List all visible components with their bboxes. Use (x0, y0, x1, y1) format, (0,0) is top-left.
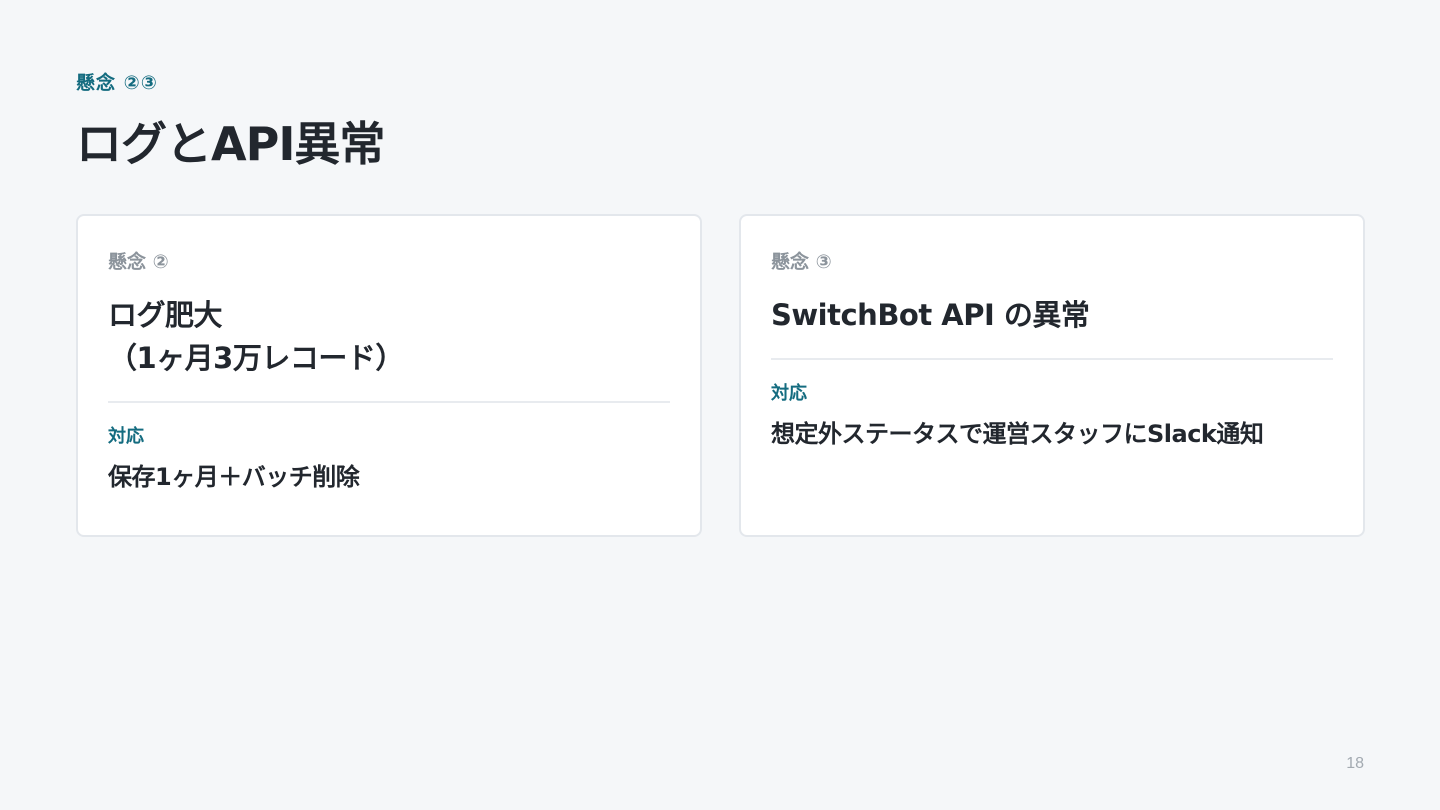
page-title: ログとAPI異常 (76, 117, 385, 171)
card-heading: ログ肥大 （1ヶ月3万レコード） (108, 298, 404, 375)
section-eyebrow: 懸念 ②③ (76, 72, 158, 94)
concern-card-2: 懸念 ② ログ肥大 （1ヶ月3万レコード） 対応 保存1ヶ月＋バッチ削除 (76, 214, 702, 537)
concern-cards: 懸念 ② ログ肥大 （1ヶ月3万レコード） 対応 保存1ヶ月＋バッチ削除 懸念 … (76, 214, 1365, 537)
card-divider (771, 358, 1333, 360)
response-label: 対応 (108, 426, 144, 447)
response-text: 保存1ヶ月＋バッチ削除 (108, 463, 360, 491)
response-label: 対応 (771, 383, 807, 404)
card-label: 懸念 ② (108, 251, 169, 273)
page-number: 18 (1346, 755, 1364, 772)
concern-card-3: 懸念 ③ SwitchBot API の異常 対応 想定外ステータスで運営スタッ… (739, 214, 1365, 537)
response-text: 想定外ステータスで運営スタッフにSlack通知 (771, 420, 1264, 448)
card-heading: SwitchBot API の異常 (771, 298, 1090, 332)
card-label: 懸念 ③ (771, 251, 832, 273)
card-divider (108, 401, 670, 403)
